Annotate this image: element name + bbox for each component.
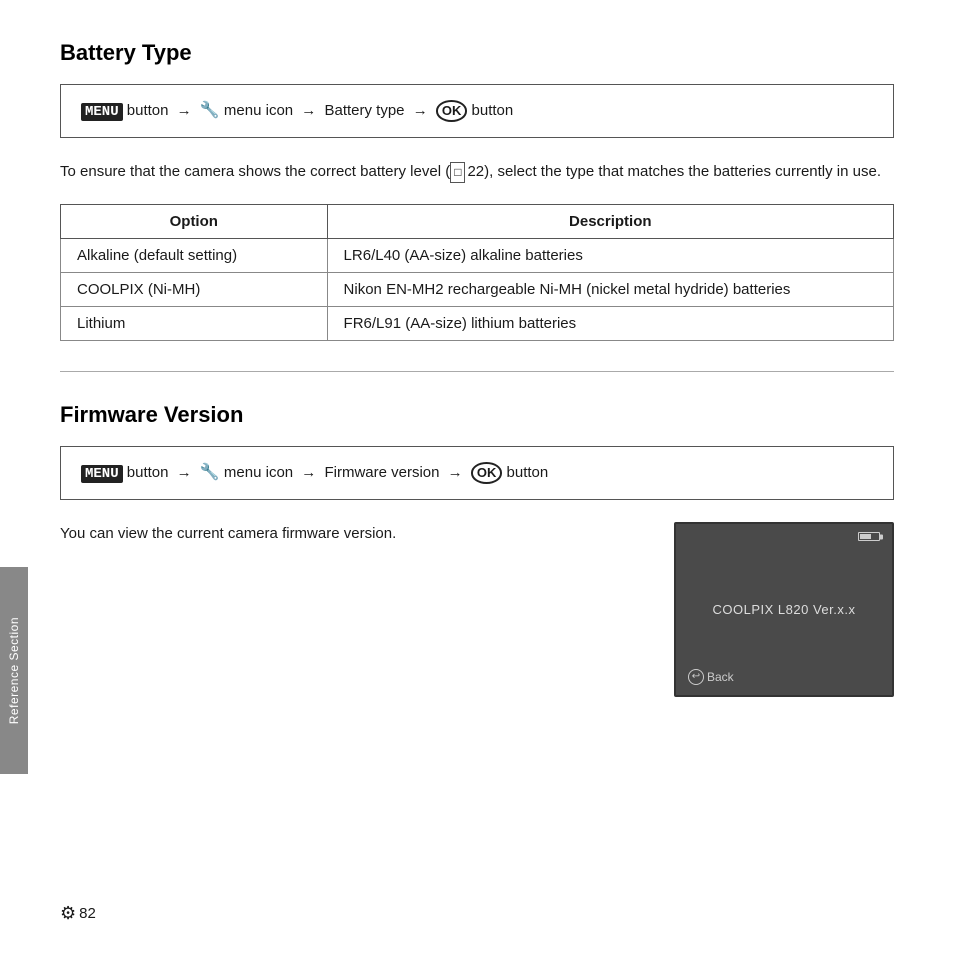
firmware-version-label: Firmware version — [324, 464, 439, 481]
battery-bar — [858, 532, 880, 541]
wrench-icon-2: 🔧 — [200, 464, 220, 481]
page-content: Battery Type MENU button → 🔧 menu icon →… — [0, 0, 954, 737]
ok-button-1: OK — [436, 100, 468, 122]
arrow-3: → — [413, 102, 428, 119]
footer-icon: ⚙ — [60, 903, 76, 924]
firmware-menu-part2: menu icon — [220, 464, 298, 481]
table-cell-description-1: Nikon EN-MH2 rechargeable Ni-MH (nickel … — [327, 273, 893, 307]
menu-path-part1: button — [123, 102, 173, 119]
table-row: COOLPIX (Ni-MH)Nikon EN-MH2 rechargeable… — [61, 273, 894, 307]
battery-type-section: Battery Type MENU button → 🔧 menu icon →… — [60, 40, 894, 341]
camera-model-text: COOLPIX L820 Ver.x.x — [713, 602, 856, 617]
arrow-4: → — [177, 464, 192, 481]
camera-screen-inner: COOLPIX L820 Ver.x.x ↩ Back — [676, 524, 892, 695]
book-ref: □ — [450, 162, 465, 183]
table-row: Alkaline (default setting)LR6/L40 (AA-si… — [61, 239, 894, 273]
battery-table: Option Description Alkaline (default set… — [60, 204, 894, 341]
side-tab: Reference Section — [0, 567, 28, 774]
menu-path-part2: menu icon — [220, 102, 298, 119]
wrench-icon-1: 🔧 — [200, 102, 220, 119]
arrow-6: → — [448, 464, 463, 481]
battery-type-title: Battery Type — [60, 40, 894, 66]
table-row: LithiumFR6/L91 (AA-size) lithium batteri… — [61, 307, 894, 341]
arrow-1: → — [177, 102, 192, 119]
firmware-title: Firmware Version — [60, 402, 894, 428]
table-cell-option-2: Lithium — [61, 307, 328, 341]
battery-fill — [860, 534, 871, 539]
table-col-description-header: Description — [327, 205, 893, 239]
firmware-menu-path-box: MENU button → 🔧 menu icon → Firmware ver… — [60, 446, 894, 500]
arrow-5: → — [301, 464, 316, 481]
table-cell-option-1: COOLPIX (Ni-MH) — [61, 273, 328, 307]
table-cell-option-0: Alkaline (default setting) — [61, 239, 328, 273]
battery-description: To ensure that the camera shows the corr… — [60, 160, 894, 184]
camera-back-button: ↩ Back — [688, 669, 734, 685]
battery-indicator — [858, 532, 880, 541]
side-tab-label: Reference Section — [7, 617, 21, 724]
table-col-option-header: Option — [61, 205, 328, 239]
firmware-description: You can view the current camera firmware… — [60, 522, 644, 546]
firmware-menu-part1: button — [123, 464, 173, 481]
firmware-section: Firmware Version MENU button → 🔧 menu ic… — [60, 402, 894, 697]
camera-screen-mockup: COOLPIX L820 Ver.x.x ↩ Back — [674, 522, 894, 697]
page-footer: ⚙ 82 — [60, 903, 96, 924]
table-cell-description-2: FR6/L91 (AA-size) lithium batteries — [327, 307, 893, 341]
menu-keyword-1: MENU — [81, 103, 123, 121]
section-divider — [60, 371, 894, 372]
firmware-body: You can view the current camera firmware… — [60, 522, 894, 697]
table-cell-description-0: LR6/L40 (AA-size) alkaline batteries — [327, 239, 893, 273]
ok-button-2: OK — [471, 462, 503, 484]
page-number: 82 — [79, 905, 96, 922]
battery-type-label: Battery type — [324, 102, 404, 119]
battery-menu-path-box: MENU button → 🔧 menu icon → Battery type… — [60, 84, 894, 138]
menu-path-part3: button — [467, 102, 513, 119]
firmware-menu-part3: button — [502, 464, 548, 481]
arrow-2: → — [301, 102, 316, 119]
menu-keyword-2: MENU — [81, 465, 123, 483]
back-label: Back — [707, 670, 734, 684]
back-circle-icon: ↩ — [688, 669, 704, 685]
